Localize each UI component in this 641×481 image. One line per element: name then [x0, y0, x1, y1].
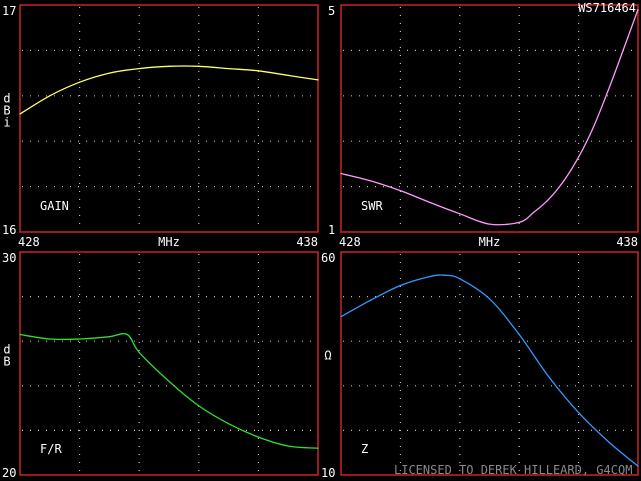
- fr-ytick-top: 30: [2, 251, 16, 265]
- gain-xtick-label: 428: [18, 235, 40, 249]
- gain-data-point: [228, 67, 230, 70]
- gain-data-point: [19, 113, 21, 115]
- swr-xtick-label: MHz: [479, 235, 501, 249]
- z-ylabel: Ω: [324, 349, 331, 363]
- fr-data-point: [257, 436, 259, 438]
- gain-data-point: [257, 70, 259, 72]
- gain-data-point: [108, 72, 110, 74]
- fr-data-point: [108, 336, 110, 338]
- z-ytick-top: 60: [321, 251, 335, 265]
- gain-ytick-top: 17: [2, 4, 16, 18]
- gain-data-point: [168, 65, 170, 67]
- fr-panel-label: F/R: [40, 442, 62, 456]
- fr-data-point: [126, 333, 128, 336]
- z-data-point: [488, 298, 491, 300]
- z-data-point: [340, 316, 342, 318]
- gain-xtick-label: MHz: [158, 235, 180, 249]
- swr-data-point: [429, 201, 431, 204]
- swr-xtick-label: 438: [616, 235, 638, 249]
- swr-data-point: [592, 126, 595, 128]
- fr-data-point: [19, 333, 21, 336]
- z-ytick-bottom: 10: [321, 466, 335, 480]
- fr-data-point: [228, 423, 230, 425]
- model-id-label: WS716464: [578, 1, 636, 15]
- swr-data-point: [607, 89, 609, 91]
- z-data-point: [370, 299, 372, 301]
- antenna-analysis-screen: 17 16 d Bi 428 MHz 438 GAIN 5 1 428 MHz 438 SWR 30 20 d B…: [0, 0, 641, 481]
- z-data-point: [578, 411, 580, 414]
- fr-data-point: [79, 338, 81, 340]
- gain-data-point: [287, 74, 289, 76]
- fr-ytick-bottom: 20: [2, 466, 16, 480]
- z-data-point: [459, 278, 461, 280]
- swr-ytick-bottom: 1: [328, 223, 335, 237]
- swr-data-point: [518, 221, 520, 223]
- gain-ytick-bottom: 16: [2, 223, 16, 237]
- z-data-point: [637, 465, 639, 467]
- z-data-point: [399, 284, 401, 287]
- swr-data-point: [459, 213, 461, 215]
- screen-background: [0, 0, 641, 481]
- gain-data-point: [49, 95, 51, 97]
- fr-data-point: [49, 338, 51, 340]
- swr-data-point: [578, 156, 580, 158]
- z-panel-label: Z: [361, 442, 368, 456]
- z-data-point: [548, 376, 550, 378]
- gain-panel-label: GAIN: [40, 199, 69, 213]
- swr-data-point: [533, 211, 535, 213]
- swr-data-point: [370, 180, 372, 182]
- fr-data-point: [138, 351, 140, 353]
- swr-xtick-label: 428: [339, 235, 361, 249]
- fr-data-point: [168, 380, 170, 382]
- fr-data-point: [287, 445, 289, 447]
- swr-data-point: [563, 180, 565, 182]
- gain-data-point: [317, 79, 319, 81]
- swr-ytick-top: 5: [328, 4, 335, 18]
- fr-data-point: [317, 447, 319, 449]
- fr-ylabel: dB: [3, 343, 10, 369]
- fr-data-point: [198, 405, 200, 407]
- swr-data-point: [488, 223, 491, 225]
- swr-data-point: [548, 198, 550, 200]
- z-data-point: [607, 440, 609, 443]
- gain-ylabel: dBi: [3, 92, 10, 130]
- gain-data-point: [198, 65, 200, 67]
- swr-data-point: [340, 172, 342, 175]
- license-footer: LICENSED TO DEREK HILLEARD, G4CQM: [394, 463, 632, 477]
- gain-data-point: [138, 67, 140, 70]
- z-data-point: [429, 275, 431, 278]
- gain-data-point: [79, 81, 81, 83]
- swr-data-point: [622, 49, 624, 52]
- z-data-point: [518, 333, 520, 336]
- gain-xtick-label: 438: [296, 235, 318, 249]
- z-data-point: [444, 274, 446, 276]
- swr-data-point: [637, 8, 639, 11]
- swr-panel-label: SWR: [361, 199, 383, 213]
- swr-data-point: [399, 189, 401, 192]
